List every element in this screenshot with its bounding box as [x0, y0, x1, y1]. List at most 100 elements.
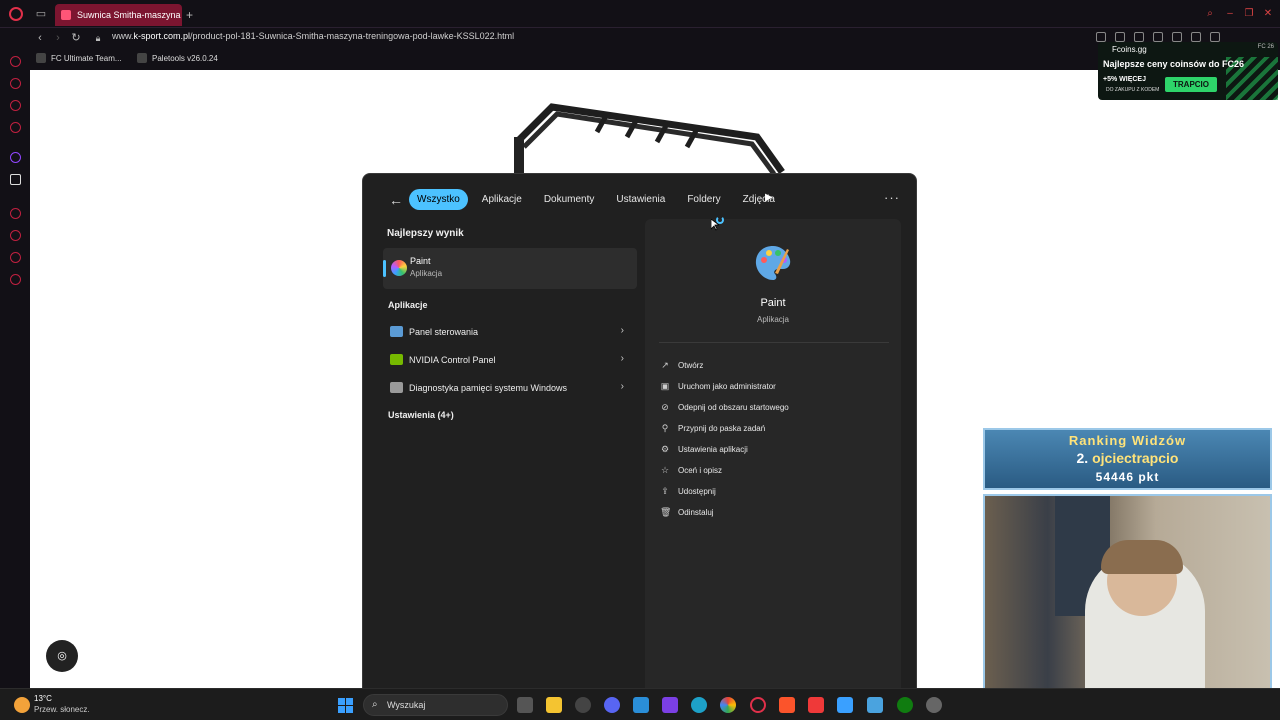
- divider: [659, 342, 889, 343]
- minimize-button[interactable]: –: [1224, 8, 1236, 20]
- address-bar-row: ‹ › ↻ 🔒︎ www.k-sport.com.pl/product-pol-…: [0, 28, 1280, 48]
- action-label: Udostępnij: [678, 486, 716, 496]
- action-run-as-admin[interactable]: ▣ Uruchom jako administrator: [660, 378, 776, 394]
- ad-promo: +5% WIĘCEJ: [1103, 76, 1146, 83]
- app-result-nvidia[interactable]: NVIDIA Control Panel ›: [383, 347, 637, 373]
- sidebar-icon[interactable]: [10, 252, 21, 263]
- accessibility-button[interactable]: ◎: [46, 640, 78, 672]
- result-preview-pane: Paint Aplikacja ↗ Otwórz ▣ Uruchom jako …: [645, 219, 901, 689]
- x-icon[interactable]: [10, 174, 21, 185]
- gear-icon[interactable]: [10, 274, 21, 285]
- webcam-feed: [983, 494, 1272, 710]
- app-result-control-panel[interactable]: Panel sterowania ›: [383, 319, 637, 345]
- advertisement-banner[interactable]: Fcoins.gg FC 26 Najlepsze ceny coinsów d…: [1098, 42, 1278, 100]
- best-match-item[interactable]: Paint Aplikacja: [383, 248, 637, 289]
- file-explorer-icon[interactable]: [546, 697, 562, 713]
- url-field[interactable]: www.k-sport.com.pl/product-pol-181-Suwni…: [112, 31, 514, 41]
- sidebar-icon[interactable]: [10, 78, 21, 89]
- sidebar-icon[interactable]: [10, 208, 21, 219]
- paint-palette-icon: [755, 246, 791, 280]
- back-arrow-icon[interactable]: ←: [389, 192, 403, 208]
- chevron-right-icon[interactable]: ›: [621, 381, 624, 392]
- toolbar-icon[interactable]: [1096, 32, 1106, 42]
- toolbar-icon[interactable]: [1172, 32, 1182, 42]
- opera-sidebar: [0, 48, 30, 688]
- start-button[interactable]: [338, 698, 353, 713]
- share-icon: ⇪: [661, 486, 669, 496]
- history-icon[interactable]: [10, 230, 21, 241]
- more-filters-play-icon[interactable]: ▶: [765, 192, 773, 203]
- opera-gx-icon[interactable]: [750, 697, 766, 713]
- chevron-right-icon[interactable]: ›: [621, 325, 624, 336]
- action-uninstall[interactable]: 🗑︎ Odinstaluj: [660, 504, 714, 520]
- action-open[interactable]: ↗ Otwórz: [660, 357, 703, 373]
- chrome-icon[interactable]: [720, 697, 736, 713]
- app-result-label: NVIDIA Control Panel: [409, 355, 496, 365]
- vscode-icon[interactable]: [633, 697, 649, 713]
- filter-photos[interactable]: Zdjęcia: [735, 189, 783, 210]
- toolbar-icon[interactable]: [1191, 32, 1201, 42]
- filter-settings[interactable]: Ustawienia: [608, 189, 673, 210]
- chevron-right-icon[interactable]: ›: [621, 353, 624, 364]
- app-icon[interactable]: [662, 697, 678, 713]
- action-share[interactable]: ⇪ Udostępnij: [660, 483, 716, 499]
- toolbar-icon[interactable]: [1115, 32, 1125, 42]
- toolbar-icon[interactable]: [1210, 32, 1220, 42]
- rank-position: 2.: [1076, 450, 1089, 466]
- viewer-ranking-overlay: Ranking Widzów 2. ojciectrapcio 54446 pk…: [983, 428, 1272, 490]
- maximize-button[interactable]: ❐: [1243, 8, 1255, 20]
- search-tabs-icon[interactable]: ⌕: [1204, 8, 1216, 20]
- taskbar-search[interactable]: ⌕ Wyszukaj: [363, 694, 508, 716]
- toolbar-icon[interactable]: [1153, 32, 1163, 42]
- bookmark-item[interactable]: FC Ultimate Team...: [36, 53, 122, 63]
- brave-icon[interactable]: [779, 697, 795, 713]
- app-result-memory-diagnostic[interactable]: Diagnostyka pamięci systemu Windows ›: [383, 375, 637, 401]
- sidebar-icon[interactable]: [10, 100, 21, 111]
- app-icon[interactable]: [926, 697, 942, 713]
- ad-cta-button[interactable]: TRAPCIO: [1165, 77, 1217, 92]
- action-unpin-start[interactable]: ⊘ Odepnij od obszaru startowego: [660, 399, 789, 415]
- best-match-title: Paint: [410, 256, 431, 266]
- tab-menu-icon[interactable]: ▭: [34, 7, 48, 21]
- weather-description[interactable]: Przew. słonecz.: [34, 705, 90, 714]
- twitch-icon[interactable]: [10, 152, 21, 163]
- action-label: Ustawienia aplikacji: [678, 444, 748, 454]
- action-rate-review[interactable]: ☆ Oceń i opisz: [660, 462, 722, 478]
- filter-documents[interactable]: Dokumenty: [536, 189, 603, 210]
- edge-icon[interactable]: [691, 697, 707, 713]
- new-tab-button[interactable]: +: [186, 8, 193, 22]
- bookmark-item[interactable]: Paletools v26.0.24: [137, 53, 218, 63]
- ad-badge: FC 26: [1257, 44, 1274, 50]
- action-label: Otwórz: [678, 360, 704, 370]
- settings-heading[interactable]: Ustawienia (4+): [388, 410, 454, 420]
- reload-button[interactable]: ↻: [69, 31, 83, 45]
- task-view-icon[interactable]: [517, 697, 533, 713]
- discord-icon[interactable]: [604, 697, 620, 713]
- xbox-icon[interactable]: [897, 697, 913, 713]
- filter-all[interactable]: Wszystko: [409, 189, 468, 210]
- filter-apps[interactable]: Aplikacje: [474, 189, 530, 210]
- app-result-label: Panel sterowania: [409, 327, 479, 337]
- action-app-settings[interactable]: ⚙ Ustawienia aplikacji: [660, 441, 748, 457]
- browser-tab-active[interactable]: Suwnica Smitha-maszyna: [55, 4, 182, 26]
- photos-icon[interactable]: [837, 697, 853, 713]
- weather-temperature[interactable]: 13°C: [34, 694, 52, 703]
- opera-logo-icon[interactable]: [9, 7, 23, 21]
- obs-icon[interactable]: [575, 697, 591, 713]
- filter-folders[interactable]: Foldery: [679, 189, 728, 210]
- preview-title: Paint: [760, 297, 786, 309]
- rank-points: 54446 pkt: [1095, 470, 1160, 484]
- close-button[interactable]: ✕: [1262, 8, 1274, 20]
- sidebar-icon[interactable]: [10, 122, 21, 133]
- back-button[interactable]: ‹: [33, 31, 47, 45]
- app-icon[interactable]: [867, 697, 883, 713]
- action-label: Odepnij od obszaru startowego: [678, 402, 789, 412]
- toolbar-icon[interactable]: [1134, 32, 1144, 42]
- sidebar-icon[interactable]: [10, 56, 21, 67]
- forward-button[interactable]: ›: [51, 31, 65, 45]
- preview-subtitle: Aplikacja: [756, 315, 789, 324]
- more-options-icon[interactable]: ···: [884, 190, 900, 205]
- vivaldi-icon[interactable]: [808, 697, 824, 713]
- action-pin-taskbar[interactable]: ⚲ Przypnij do paska zadań: [660, 420, 765, 436]
- weather-sun-icon[interactable]: [14, 697, 30, 713]
